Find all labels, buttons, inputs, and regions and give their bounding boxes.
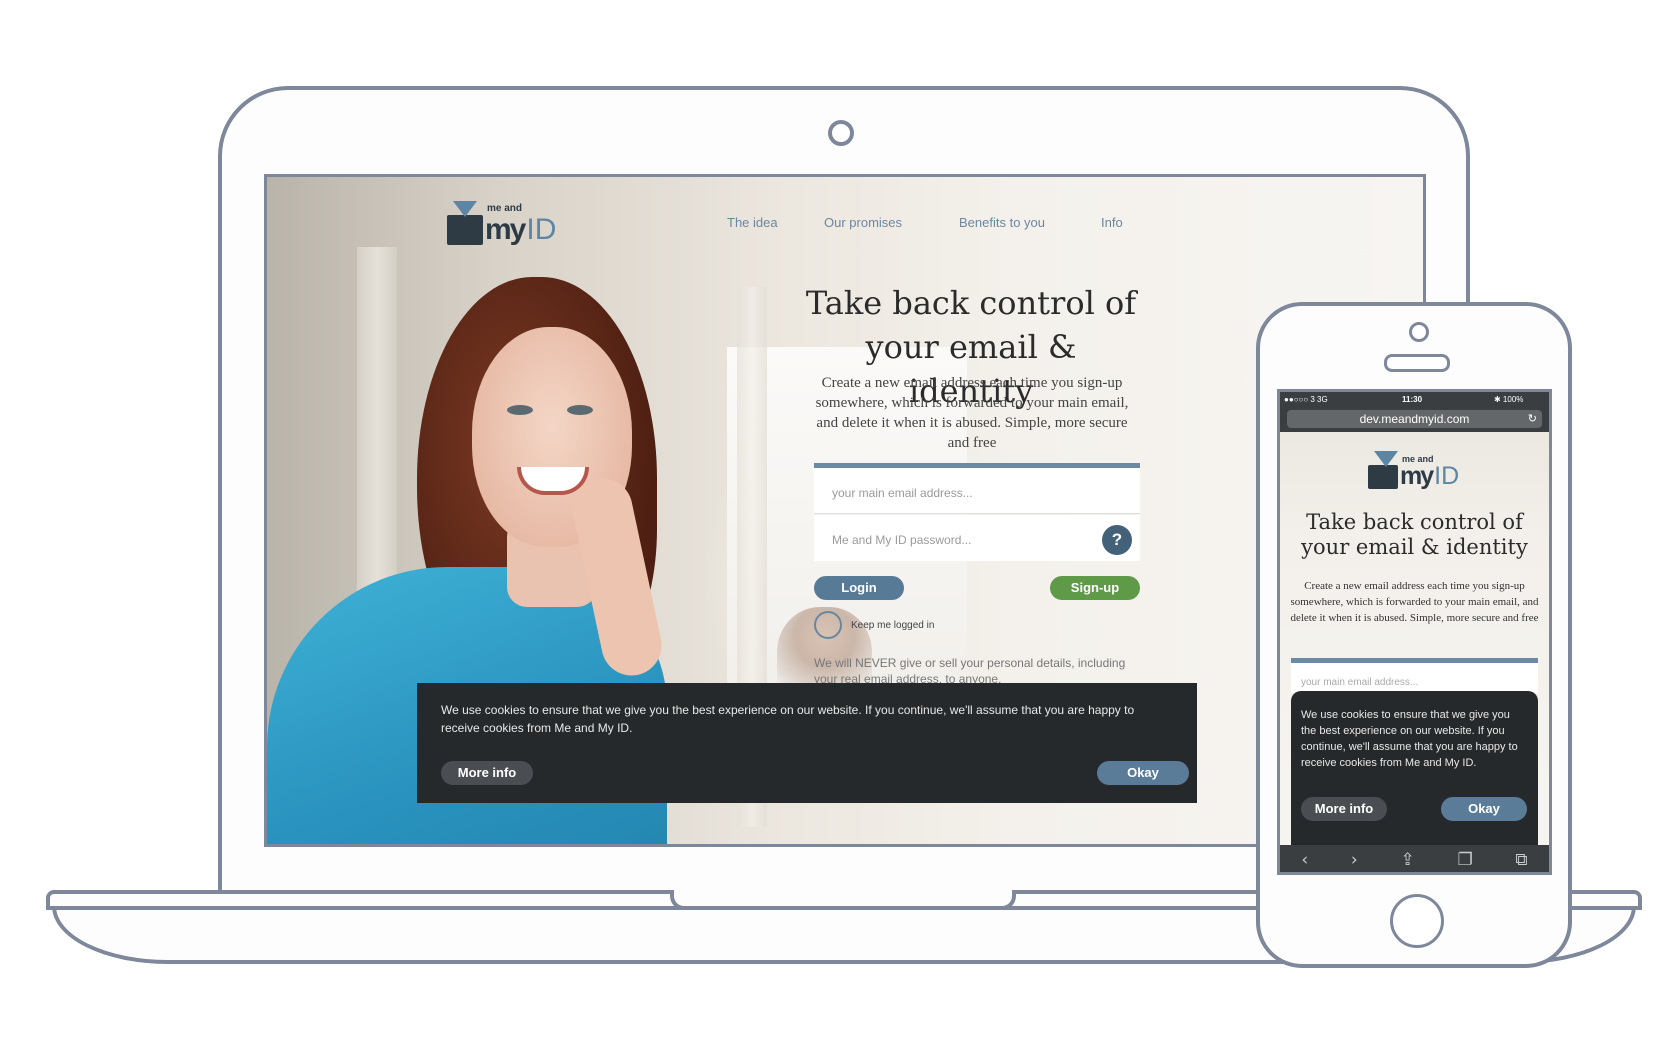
keep-logged-in-toggle[interactable] [814,611,842,639]
logo-id-text: ID [526,213,557,246]
help-icon[interactable]: ? [1102,525,1132,555]
nav-our-promises[interactable]: Our promises [824,215,902,230]
bookmarks-icon[interactable]: ❐ [1457,850,1472,870]
phone-speaker [1384,354,1450,372]
carrier-signal: ●●○○○ 3 3G [1284,395,1328,404]
browser-toolbar: ‹ › ⇪ ❐ ⧉ [1280,845,1549,872]
cookie-text: We use cookies to ensure that we give yo… [1301,709,1518,769]
hero-photo-eye [507,405,533,415]
back-icon[interactable]: ‹ [1301,850,1308,870]
laptop-notch [670,890,1016,910]
logo-small-text: me and [1402,454,1434,464]
nav-info[interactable]: Info [1101,215,1123,230]
site-logo[interactable]: me and my ID [1368,451,1460,490]
status-bar: ●●○○○ 3 3G 11:30 ✱ 100% [1280,392,1549,408]
password-field[interactable]: Me and My ID password... [814,515,1140,561]
share-icon[interactable]: ⇪ [1400,850,1414,870]
reload-icon[interactable]: ↻ [1528,410,1537,428]
phone-screen: ●●○○○ 3 3G 11:30 ✱ 100% dev.meandmyid.co… [1277,389,1552,875]
more-info-button[interactable]: More info [441,761,533,785]
cookie-banner: We use cookies to ensure that we give yo… [417,683,1197,803]
battery-status: ✱ 100% [1494,395,1524,404]
nav-benefits[interactable]: Benefits to you [959,215,1045,230]
logo-main-text: my [485,213,526,246]
logo-main-text: my [1400,462,1434,490]
cookie-banner: We use cookies to ensure that we give yo… [1291,691,1538,847]
forward-icon[interactable]: › [1351,850,1358,870]
more-info-button[interactable]: More info [1301,797,1387,821]
url-field[interactable]: dev.meandmyid.com ↻ [1287,410,1542,428]
envelope-icon [1368,451,1398,489]
logo-id-text: ID [1434,462,1460,490]
nav-the-idea[interactable]: The idea [727,215,778,230]
signup-button[interactable]: Sign-up [1050,576,1140,600]
tabs-icon[interactable]: ⧉ [1515,850,1527,870]
status-time: 11:30 [1402,395,1423,404]
phone-camera [1409,322,1429,342]
url-text: dev.meandmyid.com [1359,412,1470,426]
hero-subtitle: Create a new email address each time you… [815,375,1129,451]
phone-home-button[interactable] [1390,894,1444,948]
email-field[interactable]: your main email address... [1291,663,1538,693]
okay-button[interactable]: Okay [1097,761,1189,785]
login-button[interactable]: Login [814,576,904,600]
logo-small-text: me and [487,203,523,214]
cookie-text: We use cookies to ensure that we give yo… [441,703,1135,735]
keep-logged-in-label: Keep me logged in [851,620,935,631]
site-logo[interactable]: me and my ID [447,201,556,245]
hero-photo-eye [567,405,593,415]
envelope-icon [447,201,483,245]
hero-subtitle: Create a new email address each time you… [1290,580,1539,624]
laptop-screen: me and my ID The idea Our promises Benef… [264,174,1426,847]
hero-title: Take back control of your email & identi… [1301,510,1528,559]
okay-button[interactable]: Okay [1441,797,1527,821]
email-field[interactable]: your main email address... [814,468,1140,514]
address-bar: dev.meandmyid.com ↻ [1280,408,1549,432]
laptop-camera [828,120,854,146]
